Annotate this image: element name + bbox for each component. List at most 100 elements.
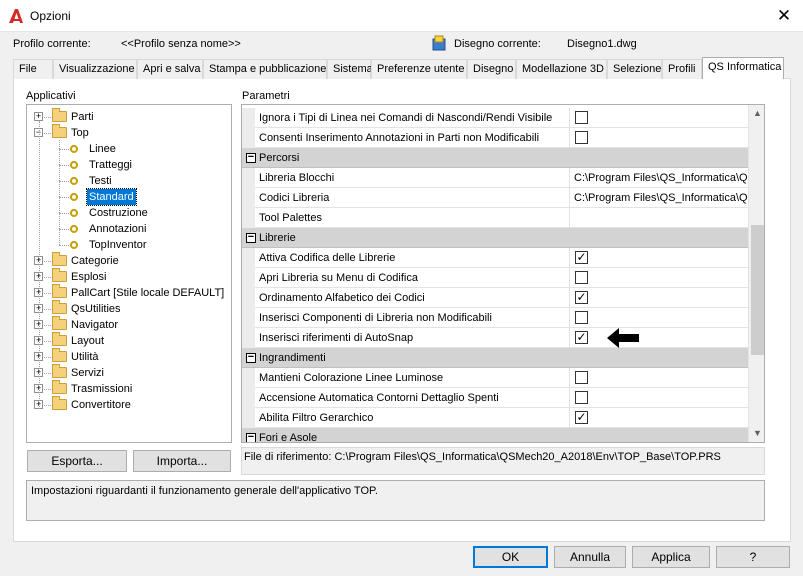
category-ingrandimenti[interactable]: − Ingrandimenti: [242, 348, 748, 368]
checkbox-unchecked[interactable]: [575, 111, 588, 124]
collapse-icon[interactable]: −: [246, 432, 256, 442]
property-row[interactable]: Accensione Automatica Contorni Dettaglio…: [242, 388, 748, 408]
category-fori-e-asole[interactable]: − Fori e Asole: [242, 428, 748, 442]
checkbox-unchecked[interactable]: [575, 311, 588, 324]
tree-item-label: Top: [71, 127, 89, 139]
tab-selezione[interactable]: Selezione: [607, 59, 662, 79]
folder-icon: [52, 300, 67, 314]
tree-item-label: Navigator: [71, 319, 119, 331]
vertical-scrollbar[interactable]: ▲ ▼: [748, 105, 764, 442]
tree-item-parti[interactable]: + Parti: [27, 108, 227, 125]
tab-sistema[interactable]: Sistema: [327, 59, 373, 79]
property-row[interactable]: Inserisci riferimenti di AutoSnap ✓: [242, 328, 748, 348]
property-row[interactable]: Consenti Inserimento Annotazioni in Part…: [242, 128, 748, 148]
checkbox-checked[interactable]: ✓: [575, 291, 588, 304]
tree-item-costruzione[interactable]: Costruzione: [27, 205, 227, 221]
tab-profili[interactable]: Profili: [662, 59, 702, 79]
apply-button[interactable]: Applica: [632, 546, 710, 568]
property-value[interactable]: ✓: [569, 408, 748, 427]
property-value[interactable]: C:\Program Files\QS_Informatica\QS: [569, 168, 748, 187]
tree-item-navigator[interactable]: + Navigator: [27, 316, 227, 333]
category-label: Librerie: [259, 232, 296, 244]
checkbox-unchecked[interactable]: [575, 371, 588, 384]
property-value[interactable]: [569, 308, 748, 327]
tree-item-qsutilities[interactable]: + QsUtilities: [27, 300, 227, 317]
property-value[interactable]: [569, 268, 748, 287]
tree-item-standard[interactable]: Standard: [27, 188, 227, 206]
tree-item-servizi[interactable]: + Servizi: [27, 364, 227, 381]
property-row[interactable]: Codici Libreria C:\Program Files\QS_Infor…: [242, 188, 748, 208]
property-row[interactable]: Inserisci Componenti di Libreria non Mod…: [242, 308, 748, 328]
property-value[interactable]: [569, 388, 748, 407]
collapse-icon[interactable]: −: [246, 152, 256, 163]
tab-modellazione-3d[interactable]: Modellazione 3D: [516, 59, 607, 79]
property-row[interactable]: Ignora i Tipi di Linea nei Comandi di Na…: [242, 108, 748, 128]
tree-item-layout[interactable]: + Layout: [27, 332, 227, 349]
tree-item-pallcart-stile-locale-default[interactable]: + PallCart [Stile locale DEFAULT]: [27, 284, 227, 301]
property-value[interactable]: [569, 108, 748, 127]
property-value[interactable]: C:\Program Files\QS_Informatica\QS: [569, 188, 748, 207]
tab-disegno[interactable]: Disegno: [467, 59, 516, 79]
cancel-button[interactable]: Annulla: [554, 546, 626, 568]
tree-item-trasmissioni[interactable]: + Trasmissioni: [27, 380, 227, 397]
property-row[interactable]: Attiva Codifica delle Librerie ✓: [242, 248, 748, 268]
property-value[interactable]: ✓: [569, 328, 748, 348]
property-value[interactable]: ✓: [569, 288, 748, 307]
tree-item-categorie[interactable]: + Categorie: [27, 252, 227, 269]
export-button[interactable]: Esporta...: [27, 450, 127, 472]
tree-connector: [44, 405, 51, 406]
expand-icon[interactable]: +: [34, 112, 43, 121]
tab-stampa-e-pubblicazione[interactable]: Stampa e pubblicazione: [203, 59, 327, 79]
scroll-up-icon[interactable]: ▲: [749, 105, 764, 122]
title-bar: Opzioni ✕: [0, 0, 803, 32]
close-button[interactable]: ✕: [772, 5, 796, 27]
tab-preferenze-utente[interactable]: Preferenze utente: [371, 59, 467, 79]
applicativi-tree[interactable]: + Parti − Top Linee Tratteggi Testi Standard Cos…: [26, 104, 232, 443]
property-value[interactable]: [569, 128, 748, 147]
tab-file[interactable]: File: [13, 59, 53, 79]
property-row[interactable]: Ordinamento Alfabetico dei Codici ✓: [242, 288, 748, 308]
checkbox-unchecked[interactable]: [575, 271, 588, 284]
collapse-icon[interactable]: −: [246, 232, 256, 243]
collapse-icon[interactable]: −: [246, 352, 256, 363]
scroll-down-icon[interactable]: ▼: [749, 425, 764, 442]
folder-icon: [52, 396, 67, 410]
property-row[interactable]: Libreria Blocchi C:\Program Files\QS_Info…: [242, 168, 748, 188]
tree-item-esplosi[interactable]: + Esplosi: [27, 268, 227, 285]
checkbox-unchecked[interactable]: [575, 131, 588, 144]
tree-item-tratteggi[interactable]: Tratteggi: [27, 157, 227, 173]
import-button[interactable]: Importa...: [133, 450, 231, 472]
property-row[interactable]: Tool Palettes: [242, 208, 748, 228]
tab-visualizzazione[interactable]: Visualizzazione: [53, 59, 137, 79]
property-row[interactable]: Abilita Filtro Gerarchico ✓: [242, 408, 748, 428]
tree-item-annotazioni[interactable]: Annotazioni: [27, 221, 227, 237]
property-row[interactable]: Apri Libreria su Menu di Codifica: [242, 268, 748, 288]
option-node-icon: [70, 225, 78, 233]
category-percorsi[interactable]: − Percorsi: [242, 148, 748, 168]
tab-qs-informatica[interactable]: QS Informatica: [702, 57, 784, 79]
tree-item-linee[interactable]: Linee: [27, 141, 227, 157]
tab-apri-e-salva[interactable]: Apri e salva: [137, 59, 203, 79]
checkbox-checked[interactable]: ✓: [575, 251, 588, 264]
property-value[interactable]: ✓: [569, 248, 748, 267]
tree-connector: [59, 213, 69, 214]
tree-item-label: Linee: [89, 143, 116, 155]
checkbox-checked[interactable]: ✓: [575, 331, 588, 344]
tree-item-convertitore[interactable]: + Convertitore: [27, 396, 227, 413]
ok-button[interactable]: OK: [473, 546, 548, 568]
scroll-thumb[interactable]: [751, 225, 764, 355]
tree-item-top[interactable]: − Top: [27, 124, 227, 141]
property-value[interactable]: [569, 208, 748, 227]
reference-file-path: File di riferimento: C:\Program Files\QS…: [241, 447, 765, 475]
checkbox-checked[interactable]: ✓: [575, 411, 588, 424]
tree-item-utilit[interactable]: + Utilità: [27, 348, 227, 365]
property-value[interactable]: [569, 368, 748, 387]
tree-item-topinventor[interactable]: TopInventor: [27, 237, 227, 253]
tree-item-testi[interactable]: Testi: [27, 173, 227, 189]
help-button[interactable]: ?: [716, 546, 790, 568]
property-row[interactable]: Mantieni Colorazione Linee Luminose: [242, 368, 748, 388]
profile-label: Profilo corrente:: [13, 38, 91, 50]
category-librerie[interactable]: − Librerie: [242, 228, 748, 248]
property-grid[interactable]: Ignora i Tipi di Linea nei Comandi di Na…: [241, 104, 765, 443]
checkbox-unchecked[interactable]: [575, 391, 588, 404]
